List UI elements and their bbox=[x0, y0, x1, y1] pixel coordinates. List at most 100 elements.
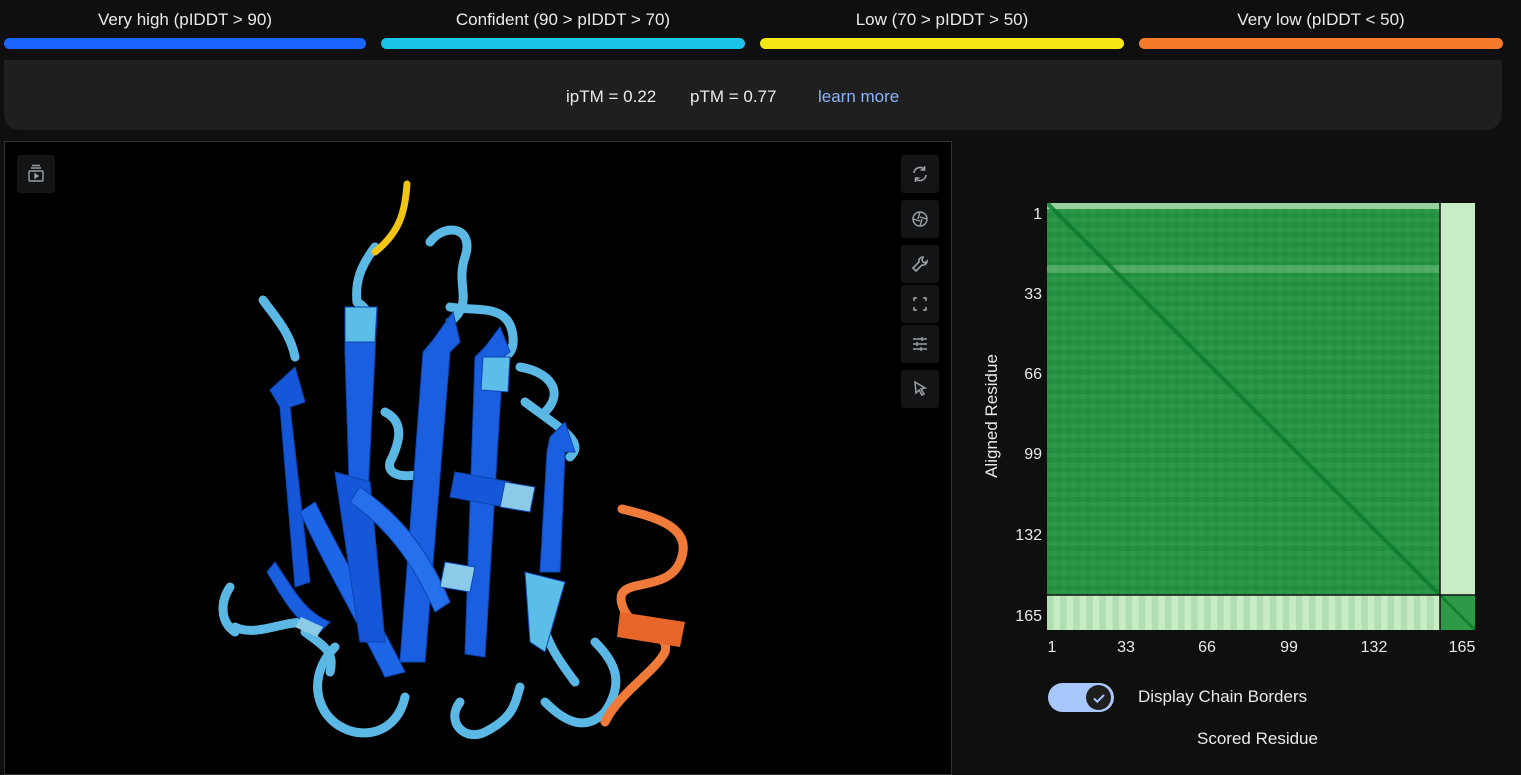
pae-stripe bbox=[1178, 595, 1185, 630]
pae-stripe bbox=[1151, 595, 1159, 630]
pae-stripe bbox=[1390, 203, 1396, 595]
pae-stripe bbox=[1263, 203, 1268, 595]
pae-stripe bbox=[1204, 203, 1209, 595]
toggle-knob bbox=[1086, 685, 1111, 710]
pae-stripe bbox=[1282, 203, 1288, 595]
chain-borders-toggle[interactable] bbox=[1048, 683, 1114, 712]
iptm-score: ipTM = 0.22 bbox=[566, 87, 657, 106]
pae-stripe bbox=[1302, 203, 1307, 595]
pae-ytick-66: 66 bbox=[1024, 366, 1042, 383]
legend-low-label: Low (70 > pIDDT > 50) bbox=[855, 10, 1029, 29]
pae-stripe bbox=[1164, 595, 1172, 630]
pae-stripe bbox=[1145, 203, 1150, 595]
pae-stripe bbox=[1351, 203, 1356, 595]
pae-xtick-66: 66 bbox=[1198, 639, 1216, 656]
pae-stripe bbox=[1348, 595, 1355, 630]
pae-stripe bbox=[1322, 203, 1327, 595]
pae-stripe bbox=[1410, 203, 1415, 595]
pae-stripe bbox=[1233, 203, 1239, 595]
pae-stripe bbox=[1400, 203, 1406, 595]
pae-stripe bbox=[1361, 595, 1368, 630]
pae-stripe bbox=[1309, 595, 1316, 630]
legend-confident: Confident (90 > pIDDT > 70) bbox=[381, 0, 745, 56]
pae-stripe bbox=[1426, 595, 1434, 630]
pae-stripe bbox=[1056, 203, 1062, 595]
pae-stripe bbox=[1135, 203, 1140, 595]
pae-stripe bbox=[1413, 595, 1421, 630]
pae-stripe bbox=[1335, 595, 1342, 630]
pae-stripe bbox=[1138, 595, 1146, 630]
pae-stripe bbox=[1096, 203, 1101, 595]
pae-xtick-132: 132 bbox=[1360, 639, 1388, 656]
legend-very-low-label: Very low (pIDDT < 50) bbox=[1237, 10, 1405, 29]
plddt-legend: Very high (pIDDT > 90) Confident (90 > p… bbox=[0, 0, 1521, 56]
pae-stripe bbox=[1076, 203, 1081, 595]
pae-heatmap[interactable] bbox=[1047, 203, 1475, 630]
pae-stripe bbox=[1066, 203, 1072, 595]
legend-very-low: Very low (pIDDT < 50) bbox=[1139, 0, 1503, 56]
pae-ytick-132: 132 bbox=[1015, 527, 1042, 544]
pae-stripe bbox=[1387, 595, 1395, 630]
pae-stripe bbox=[1295, 595, 1303, 630]
pae-ytick-33: 33 bbox=[1024, 286, 1042, 303]
pae-stripe bbox=[1155, 203, 1160, 595]
pae-stripe bbox=[1230, 595, 1237, 630]
pae-stripe bbox=[1282, 595, 1290, 630]
pae-stripe bbox=[1115, 203, 1121, 595]
pae-stripe bbox=[1331, 203, 1337, 595]
pae-band-row bbox=[1047, 265, 1440, 273]
pae-block-ab bbox=[1440, 203, 1475, 595]
pae-stripe bbox=[1204, 595, 1211, 630]
pae-stripe bbox=[1400, 595, 1408, 630]
pae-stripe bbox=[1361, 203, 1366, 595]
confidence-scores: ipTM = 0.22 pTM = 0.77 learn more bbox=[4, 60, 1502, 130]
pae-band-top bbox=[1047, 203, 1440, 209]
legend-very-high: Very high (pIDDT > 90) bbox=[4, 0, 366, 56]
pae-xtick-33: 33 bbox=[1117, 639, 1135, 656]
legend-confident-label: Confident (90 > pIDDT > 70) bbox=[455, 10, 671, 29]
pae-stripe bbox=[1217, 595, 1224, 630]
pae-ytick-165: 165 bbox=[1015, 608, 1042, 625]
pae-stripe bbox=[1214, 203, 1219, 595]
ptm-score: pTM = 0.77 bbox=[690, 87, 777, 106]
pae-stripe bbox=[1341, 203, 1347, 595]
pae-stripe bbox=[1269, 595, 1277, 630]
legend-low-bar bbox=[760, 38, 1124, 49]
pae-stripe bbox=[1312, 203, 1317, 595]
pae-stripe bbox=[1430, 203, 1435, 595]
pae-stripe bbox=[1047, 203, 1052, 595]
pae-stripe bbox=[1099, 595, 1106, 630]
pae-stripe bbox=[1125, 203, 1130, 595]
pae-ytick-1: 1 bbox=[1033, 206, 1042, 223]
pae-stripe bbox=[1086, 595, 1093, 630]
pae-stripe bbox=[1060, 595, 1067, 630]
pae-stripe bbox=[1256, 595, 1264, 630]
legend-low: Low (70 > pIDDT > 50) bbox=[760, 0, 1124, 56]
pae-stripe bbox=[1125, 595, 1133, 630]
pae-xtick-99: 99 bbox=[1280, 639, 1298, 656]
check-icon bbox=[1092, 693, 1105, 703]
structure-viewer[interactable] bbox=[4, 141, 952, 775]
pae-stripe bbox=[1073, 595, 1080, 630]
pae-stripe bbox=[1164, 203, 1170, 595]
pae-stripe bbox=[1272, 203, 1278, 595]
pae-stripe bbox=[1243, 595, 1251, 630]
protein-ribbon[interactable] bbox=[5, 142, 951, 774]
pae-stripe bbox=[1371, 203, 1376, 595]
pae-stripe bbox=[1223, 203, 1229, 595]
chain-borders-label: Display Chain Borders bbox=[1138, 687, 1308, 706]
pae-stripe bbox=[1184, 203, 1189, 595]
pae-stripe bbox=[1191, 595, 1198, 630]
pae-stripe bbox=[1322, 595, 1329, 630]
pae-x-axis-label: Scored Residue bbox=[1197, 729, 1318, 748]
pae-xtick-1: 1 bbox=[1047, 639, 1057, 656]
pae-stripe bbox=[1112, 595, 1120, 630]
pae-stripe bbox=[1420, 203, 1425, 595]
pae-stripe bbox=[1047, 595, 1054, 630]
legend-very-high-bar bbox=[4, 38, 366, 49]
pae-xtick-165: 165 bbox=[1448, 639, 1476, 656]
learn-more-link[interactable]: learn more bbox=[818, 87, 899, 107]
legend-very-high-label: Very high (pIDDT > 90) bbox=[97, 10, 273, 29]
legend-confident-bar bbox=[381, 38, 745, 49]
pae-ytick-99: 99 bbox=[1024, 446, 1042, 463]
